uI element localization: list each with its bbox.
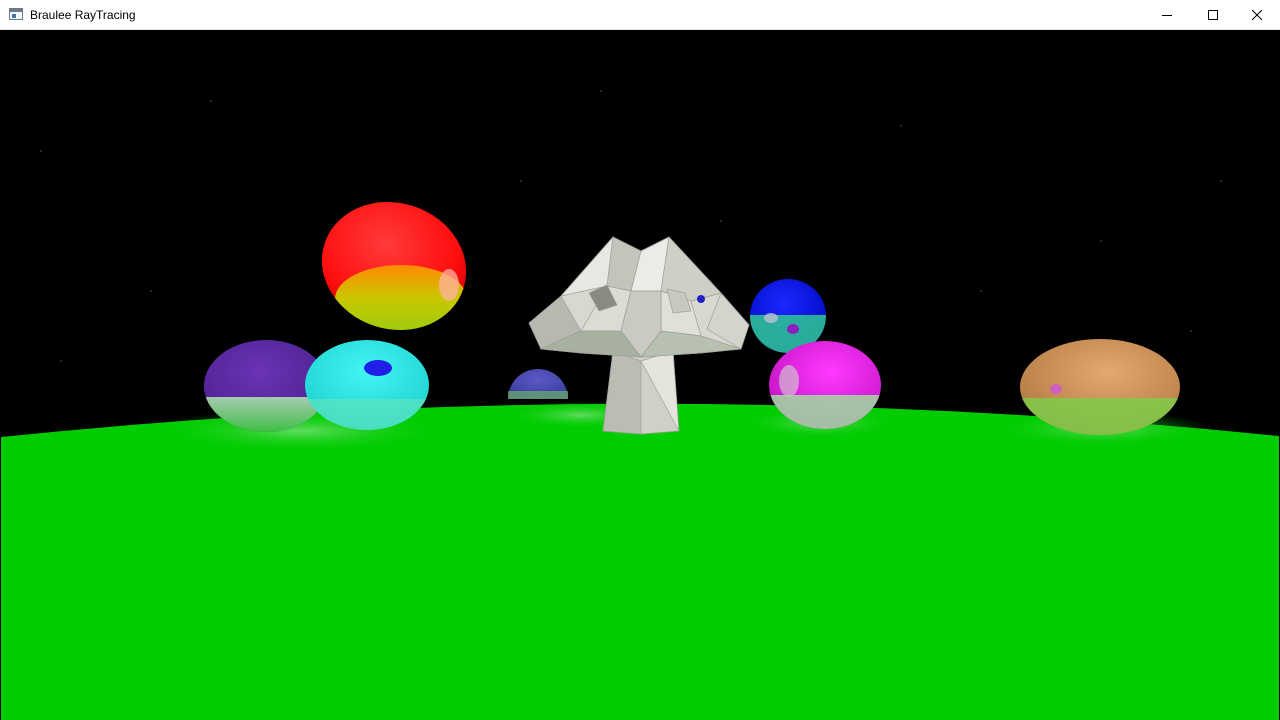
red-sphere: [321, 201, 467, 333]
app-window: Braulee RayTracing: [0, 0, 1280, 720]
render-viewport[interactable]: [1, 31, 1279, 720]
minimize-icon: [1162, 10, 1172, 20]
raytraced-scene: [1, 90, 1279, 720]
small-blue-sphere: [508, 369, 568, 399]
ground-plane: [1, 403, 1279, 720]
minimize-button[interactable]: [1144, 0, 1190, 30]
app-window-icon: [9, 8, 23, 20]
window-title: Braulee RayTracing: [30, 8, 136, 22]
maximize-icon: [1208, 10, 1218, 20]
close-button[interactable]: [1234, 0, 1280, 30]
maximize-button[interactable]: [1190, 0, 1236, 30]
close-icon: [1252, 10, 1262, 20]
title-bar[interactable]: Braulee RayTracing: [0, 0, 1280, 30]
